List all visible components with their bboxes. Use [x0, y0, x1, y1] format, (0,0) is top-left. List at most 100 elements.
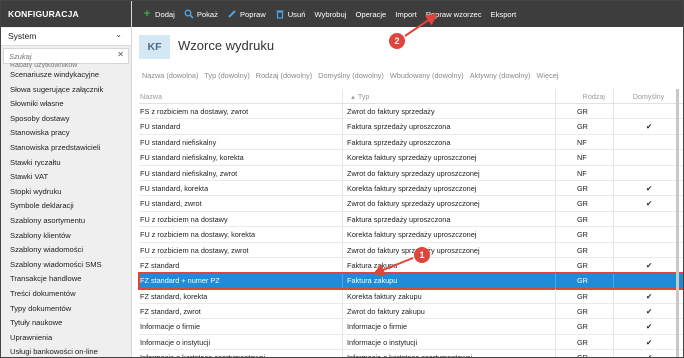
table-row[interactable]: FU standard niefiskalny Faktura sprzedaży… [139, 134, 683, 151]
cell-kind: GR [556, 304, 614, 319]
export-button[interactable]: Eksport [491, 10, 517, 19]
add-button[interactable]: + Dodaj [142, 8, 175, 20]
cell-name: FZ standard [139, 257, 343, 273]
sidebar-item[interactable]: Stanowiska pracy [1, 126, 131, 141]
sidebar-item[interactable]: Transakcje handlowe [1, 272, 131, 287]
clear-search-icon[interactable]: ✕ [117, 50, 124, 59]
table-row[interactable]: FZ standard, zwrot Zwrot do faktury zakup… [139, 304, 683, 320]
sidebar-item[interactable]: Stanowiska przedstawicieli [1, 141, 131, 156]
column-header-kind-label: Rodzaj [582, 92, 605, 101]
step-marker-1: 1 [414, 247, 430, 263]
import-button-label: Import [395, 9, 417, 19]
sidebar-search-input[interactable] [4, 49, 104, 63]
show-button[interactable]: Pokaż [184, 9, 218, 19]
cell-type: Korekta faktury sprzedaży uproszczonej [343, 150, 556, 165]
table-row[interactable]: FU standard Faktura sprzedaży uproszczona… [139, 119, 683, 135]
sidebar-item[interactable]: Symbole deklaracji [1, 199, 131, 214]
table-row[interactable]: Informacje o kartotece asortymentowej Inf… [139, 350, 683, 358]
cell-default: ✔ [645, 307, 653, 317]
app-window: KONFIGURACJA System ⌄ ✕ Rabaty użytkowni… [0, 0, 684, 358]
sidebar-item[interactable]: Stopki wydruku [1, 185, 131, 200]
cell-kind: NF [556, 134, 614, 150]
table-row[interactable]: FU standard, zwrot Zwrot do faktury sprze… [139, 196, 683, 212]
filter-chip[interactable]: Aktywny (dowolny) [470, 71, 531, 80]
filter-chip[interactable]: Rodzaj (dowolny) [256, 71, 312, 80]
vertical-scrollbar[interactable] [676, 89, 679, 357]
cell-default: ✔ [645, 322, 653, 332]
step-marker-2: 2 [389, 33, 405, 49]
sidebar-item[interactable]: Stawki VAT [1, 170, 131, 185]
column-header-type[interactable]: ▲ Typ [343, 89, 556, 103]
sidebar-item[interactable]: Sposoby dostawy [1, 112, 131, 127]
sidebar-item[interactable]: Uprawnienia [1, 331, 131, 346]
filter-bar: Nazwa (dowolna) Typ (dowolny) Rodzaj (dowo… [142, 71, 564, 80]
cell-type: Informacje o firmie [343, 319, 556, 334]
table-row[interactable]: Informacje o firmie Informacje o firmie GR… [139, 319, 683, 335]
table-row[interactable]: FS z rozbiciem na dostawy, zwrot Zwrot do… [139, 104, 683, 120]
sidebar-item[interactable]: Szablony wiadomości [1, 243, 131, 258]
module-select[interactable]: System ⌄ [1, 28, 131, 46]
table-row[interactable]: FU z rozbiciem na dostawy, korekta Korekt… [139, 227, 683, 243]
table-header: Nazwa ▲ Typ Rodzaj Domyślny [139, 89, 683, 104]
filter-chip[interactable]: Nazwa (dowolna) [142, 71, 198, 80]
cell-default: ✔ [645, 260, 653, 270]
delete-button[interactable]: Usuń [275, 9, 305, 19]
module-select-value: System [8, 31, 37, 41]
add-button-label: Dodaj [155, 9, 175, 19]
column-header-name[interactable]: Nazwa [139, 89, 343, 103]
import-button[interactable]: Import [395, 10, 417, 19]
cell-default: ✔ [645, 291, 653, 301]
cell-default: ✔ [645, 353, 653, 358]
table-body: FS z rozbiciem na dostawy, zwrot Zwrot do… [138, 104, 683, 358]
cell-default [614, 135, 683, 149]
table-row[interactable]: FZ standard, korekta Korekta faktury zaku… [139, 288, 683, 305]
sidebar-item[interactable]: Typy dokumentów [1, 302, 131, 317]
sidebar-item[interactable]: Scenariusze windykacyjne [1, 68, 131, 83]
sidebar-item[interactable]: Szablony klientów [1, 229, 131, 244]
cell-name: FU standard [139, 119, 343, 134]
cell-type: Faktura zakupu [343, 273, 556, 288]
column-header-kind[interactable]: Rodzaj [556, 89, 614, 103]
table-row[interactable]: FU standard, korekta Korekta faktury sprz… [139, 180, 683, 197]
sidebar-item[interactable]: Słowniki własne [1, 97, 131, 112]
column-header-default[interactable]: Domyślny [614, 89, 683, 103]
cell-kind: GR [556, 319, 614, 334]
table-row[interactable]: FU z rozbiciem na dostawy Faktura sprzeda… [139, 211, 683, 228]
edit-template-button[interactable]: Popraw wzorzec [426, 10, 482, 19]
cell-name: FZ standard + numer PZ [139, 273, 343, 288]
cell-name: FU standard niefiskalny, zwrot [139, 165, 343, 180]
cell-kind: GR [556, 119, 614, 134]
table-row[interactable]: FU z rozbiciem na dostawy, zwrot Zwrot do… [139, 242, 683, 258]
table-row[interactable]: FU standard niefiskalny, zwrot Zwrot do f… [139, 165, 683, 181]
sidebar-item[interactable]: Treści dokumentów [1, 287, 131, 302]
cell-default [614, 273, 683, 287]
cell-name: FS z rozbiciem na dostawy, zwrot [139, 104, 343, 119]
cell-name: Informacje o instytucji [139, 334, 343, 350]
sidebar: KONFIGURACJA System ⌄ ✕ Rabaty użytkowni… [1, 1, 132, 357]
table-row[interactable]: FZ standard Faktura zakupu GR ✔ [139, 257, 683, 274]
sidebar-item[interactable]: Usługi bankowości on-line [1, 345, 131, 357]
cell-default: ✔ [645, 122, 653, 132]
table-row-selected[interactable]: FZ standard + numer PZ Faktura zakupu GR [138, 272, 683, 290]
edit-template-button-label: Popraw wzorzec [425, 9, 482, 19]
sidebar-item[interactable]: Stawki ryczałtu [1, 156, 131, 171]
operations-menu[interactable]: Operacje [355, 10, 386, 19]
table-row[interactable]: Informacje o instytucji Informacje o inst… [139, 334, 683, 351]
sidebar-list: Rabaty użytkowników Scenariusze windykacy… [1, 63, 131, 357]
plus-icon: + [143, 8, 151, 20]
filter-chip[interactable]: Domyślny (dowolny) [318, 71, 384, 80]
sidebar-item[interactable]: Szablony wiadomości SMS [1, 258, 131, 273]
sidebar-item[interactable]: Tytuły naukowe [1, 316, 131, 331]
filter-chip[interactable]: Typ (dowolny) [204, 71, 249, 80]
trash-icon [275, 9, 285, 19]
edit-button[interactable]: Popraw [227, 9, 266, 19]
pencil-icon [227, 9, 237, 19]
sidebar-item[interactable]: Szablony asortymentu [1, 214, 131, 229]
sidebar-title: KONFIGURACJA [1, 1, 131, 27]
select-button[interactable]: Wybrobuj [314, 10, 346, 19]
table-row[interactable]: FU standard niefiskalny, korekta Korekta … [139, 150, 683, 166]
cell-kind: GR [556, 288, 614, 304]
filter-chip[interactable]: Więcej [537, 71, 559, 80]
sidebar-item[interactable]: Słowa sugerujące załącznik [1, 83, 131, 98]
filter-chip[interactable]: Wbudowany (dowolny) [390, 71, 464, 80]
